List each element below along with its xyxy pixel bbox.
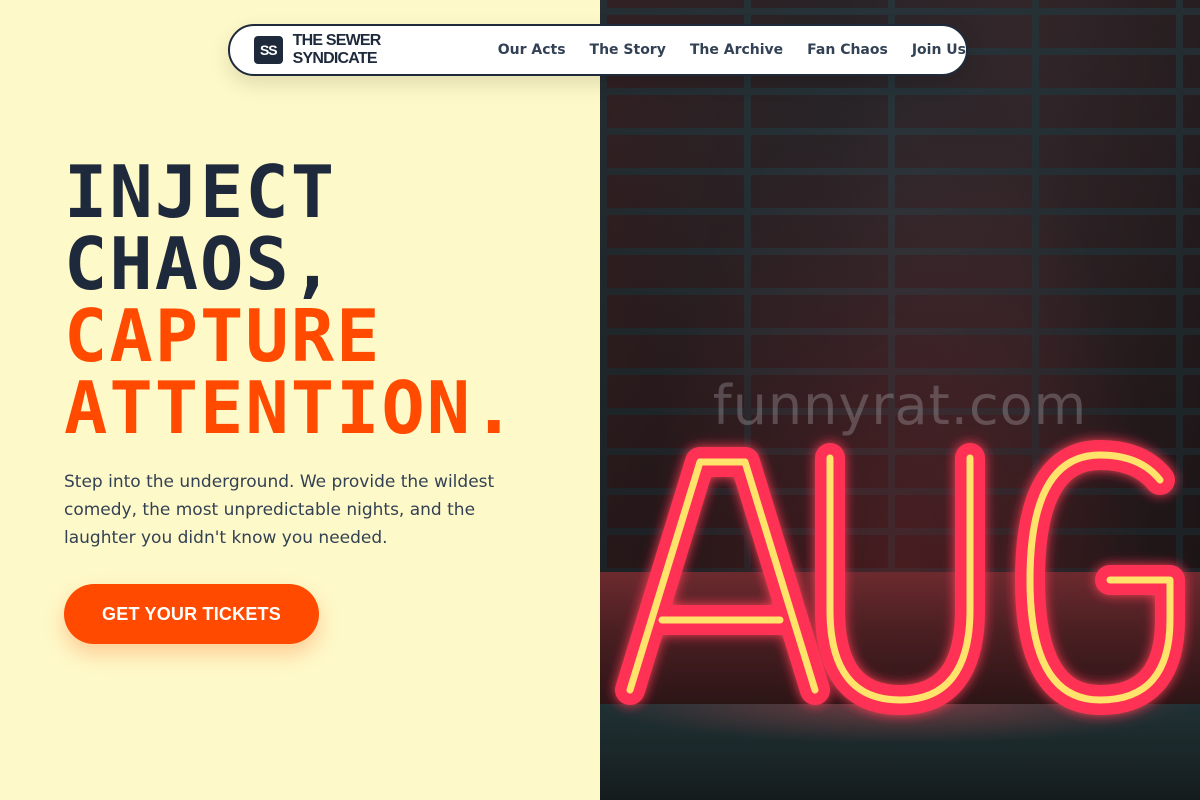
neon-letter-a	[615, 447, 830, 705]
hero-headline: INJECT CHAOS, CAPTURE ATTENTION.	[64, 156, 517, 444]
image-watermark: funnyrat.com	[712, 374, 1088, 437]
neon-letter-u	[815, 443, 985, 715]
landing-page: funnyrat.com SS THE SEWER SYNDICATE Our …	[0, 0, 1200, 800]
brand-logo[interactable]: SS THE SEWER SYNDICATE	[254, 32, 450, 68]
get-tickets-button[interactable]: GET YOUR TICKETS	[64, 584, 319, 644]
headline-line-inject: INJECT	[64, 150, 337, 234]
nav-link-fan-chaos[interactable]: Fan Chaos	[807, 42, 888, 58]
hero-intro-text: Step into the underground. We provide th…	[64, 472, 495, 548]
nav-link-the-story[interactable]: The Story	[590, 42, 666, 58]
brand-mark-icon: SS	[254, 36, 283, 64]
hero-image-panel: funnyrat.com	[600, 0, 1200, 800]
headline-line-attention: ATTENTION.	[64, 366, 518, 450]
top-navigation: SS THE SEWER SYNDICATE Our Acts The Stor…	[228, 24, 968, 76]
nav-links: Our Acts The Story The Archive Fan Chaos…	[498, 42, 966, 58]
headline-line-capture: CAPTURE	[64, 294, 382, 378]
nav-link-the-archive[interactable]: The Archive	[690, 42, 783, 58]
neon-letter-g	[1015, 440, 1185, 715]
headline-line-chaos: CHAOS,	[64, 222, 337, 306]
nav-link-join-us[interactable]: Join Us	[912, 42, 966, 58]
brand-name: THE SEWER SYNDICATE	[292, 32, 382, 67]
nav-link-our-acts[interactable]: Our Acts	[498, 42, 566, 58]
